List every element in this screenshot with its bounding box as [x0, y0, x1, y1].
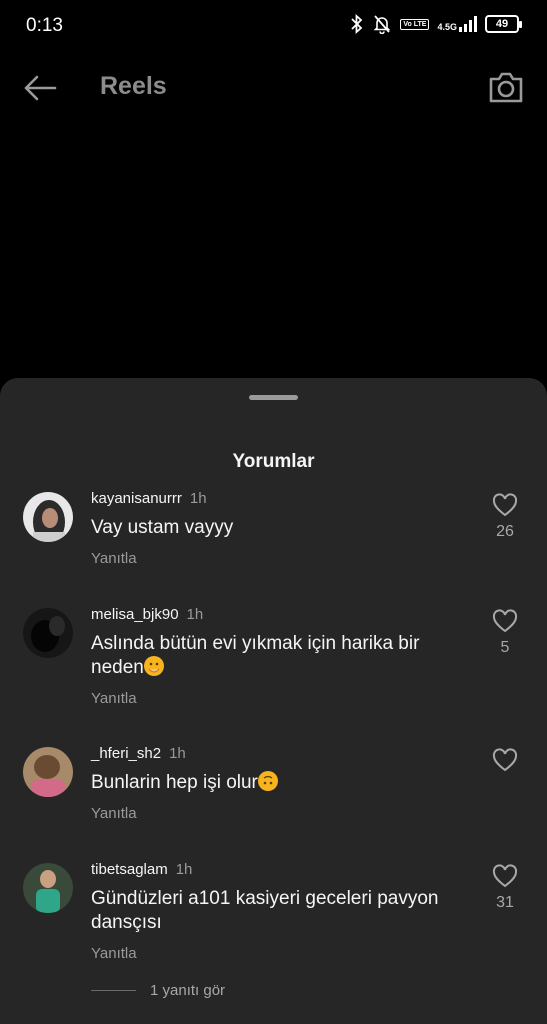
- replies-divider: [91, 990, 136, 991]
- heart-icon: [492, 864, 518, 888]
- camera-button[interactable]: [487, 68, 525, 106]
- comment-text: Gündüzleri a101 kasiyeri geceleri pavyon…: [91, 888, 439, 933]
- avatar[interactable]: [23, 863, 73, 913]
- like-button[interactable]: [492, 864, 518, 888]
- back-button[interactable]: [22, 72, 58, 104]
- upside-down-face-emoji-icon: [257, 771, 278, 791]
- comment-username[interactable]: kayanisanurrr: [91, 490, 182, 507]
- like-count: 26: [496, 523, 514, 540]
- network-type: 4.5G: [437, 22, 457, 32]
- page-title: Reels: [100, 72, 167, 100]
- reply-button[interactable]: Yanıtla: [91, 805, 137, 822]
- comment-username[interactable]: tibetsaglam: [91, 861, 168, 878]
- comment-time: 1h: [169, 745, 186, 762]
- back-arrow-icon: [24, 75, 57, 101]
- volte-icon: Vo LTE: [400, 18, 430, 30]
- reply-button[interactable]: Yanıtla: [91, 550, 137, 567]
- comment-text: Bunlarin hep işi olur: [91, 772, 258, 793]
- view-replies-label: 1 yanıtı gör: [150, 982, 226, 999]
- comment-text: Vay ustam vayyy: [91, 517, 234, 538]
- camera-icon: [489, 72, 523, 103]
- reply-button[interactable]: Yanıtla: [91, 945, 137, 962]
- heart-icon: [492, 493, 518, 517]
- status-icons: Vo LTE 4.5G 49: [350, 14, 522, 34]
- heart-icon: [492, 748, 518, 772]
- top-nav: Reels: [0, 60, 547, 116]
- status-bar: 0:13 Vo LTE 4.5G 49: [0, 0, 547, 52]
- signal-group: 4.5G: [437, 16, 477, 32]
- comment-username[interactable]: melisa_bjk90: [91, 606, 179, 623]
- status-time: 0:13: [26, 15, 63, 36]
- like-button[interactable]: [492, 609, 518, 633]
- sheet-title: Yorumlar: [232, 451, 315, 472]
- bluetooth-icon: [351, 14, 363, 34]
- signal-icon: [459, 16, 477, 32]
- like-count: 5: [500, 639, 510, 656]
- reply-button[interactable]: Yanıtla: [91, 690, 137, 707]
- like-button[interactable]: [492, 493, 518, 517]
- mute-bell-icon: [373, 15, 391, 34]
- avatar[interactable]: [23, 608, 73, 658]
- comment-username[interactable]: _hferi_sh2: [91, 745, 161, 762]
- like-count: 31: [496, 894, 514, 911]
- view-replies-button[interactable]: 1 yanıtı gör: [91, 982, 225, 999]
- heart-icon: [492, 609, 518, 633]
- comment-time: 1h: [189, 490, 207, 507]
- avatar[interactable]: [23, 747, 73, 797]
- comments-sheet: Yorumlar kayanisanurrr 1h Vay ustam vayyy…: [0, 378, 547, 1024]
- drag-handle[interactable]: [249, 395, 298, 400]
- comment-text: Aslında bütün evi yıkmak için harika bir…: [91, 633, 420, 678]
- hand-over-mouth-emoji-icon: [143, 656, 164, 676]
- comment-time: 1h: [175, 861, 193, 878]
- avatar[interactable]: [23, 492, 73, 542]
- like-button[interactable]: [492, 748, 518, 772]
- battery-icon: 49: [485, 15, 522, 33]
- comment-time: 1h: [186, 606, 204, 623]
